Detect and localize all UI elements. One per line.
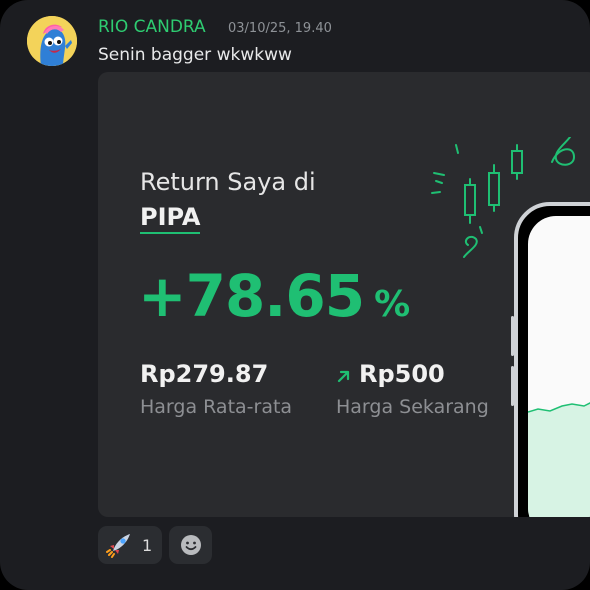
return-percentage: +78.65% xyxy=(138,262,410,330)
stock-ticker: PIPA xyxy=(140,203,201,234)
return-unit: % xyxy=(374,284,411,325)
message-panel: RIO CANDRA 03/10/25, 19.40 Senin bagger … xyxy=(0,0,590,590)
phone-button xyxy=(511,316,514,356)
reaction-count: 1 xyxy=(142,535,153,555)
message-timestamp: 03/10/25, 19.40 xyxy=(228,21,332,36)
phone-chart-area xyxy=(528,402,590,517)
add-reaction-smiley-icon xyxy=(180,535,201,555)
message-text: Senin bagger wkwkww xyxy=(98,45,292,65)
current-price-label: Harga Sekarang xyxy=(336,396,489,418)
arrow-up-right-icon xyxy=(337,370,350,383)
phone-button xyxy=(511,366,514,406)
embed-title: Return Saya di xyxy=(140,168,316,196)
avatar-image xyxy=(27,16,77,66)
phone-screen xyxy=(528,216,590,517)
image-embed[interactable]: Return Saya di PIPA +78.65% Rp279.87 Har… xyxy=(98,72,590,517)
average-price: Rp279.87 xyxy=(140,360,269,388)
username[interactable]: RIO CANDRA xyxy=(98,17,206,37)
average-price-label: Harga Rata-rata xyxy=(140,396,293,418)
add-reaction-button[interactable] xyxy=(169,526,212,564)
phone-mockup xyxy=(511,202,590,517)
current-price: Rp500 xyxy=(359,360,445,388)
reaction-rocket[interactable]: 1 xyxy=(98,526,162,564)
avatar[interactable] xyxy=(27,16,77,66)
rocket-icon xyxy=(106,534,130,558)
return-value: +78.65 xyxy=(138,262,365,330)
